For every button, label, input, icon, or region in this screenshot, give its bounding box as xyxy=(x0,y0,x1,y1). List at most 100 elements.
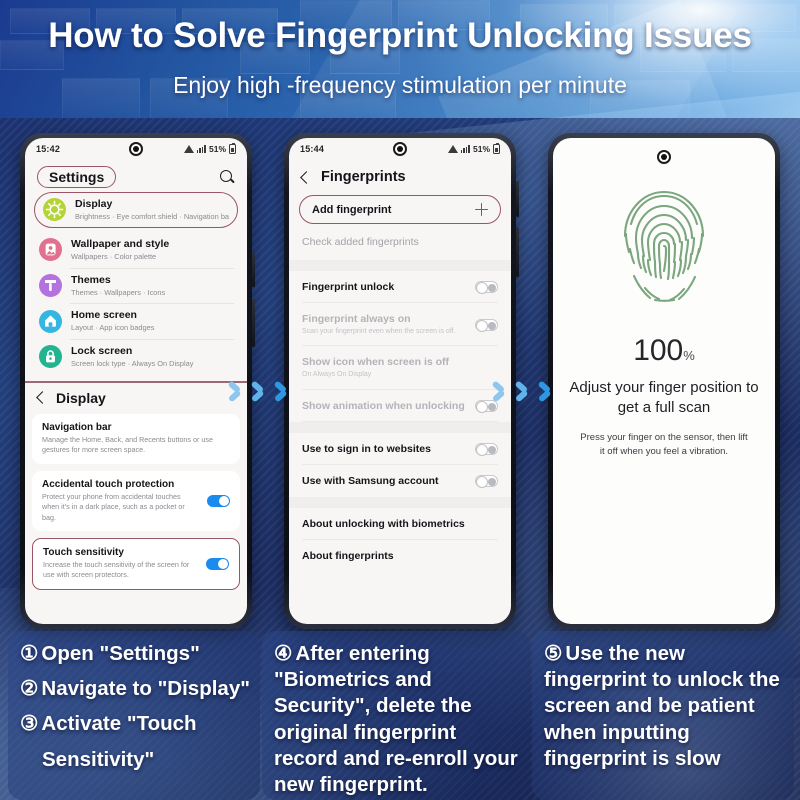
fingerprint-unlock-toggle[interactable] xyxy=(475,281,498,294)
section-gap xyxy=(289,496,511,508)
front-camera-punch-hole-icon xyxy=(393,142,407,156)
card-body: Accidental touch protection Protect your… xyxy=(42,479,199,523)
settings-item-sub: Wallpapers · Color palette xyxy=(71,251,157,261)
accidental-touch-toggle[interactable] xyxy=(207,494,230,507)
fingerprint-row-about-fingerprints[interactable]: About fingerprints xyxy=(289,540,511,572)
lock-screen-icon xyxy=(39,345,62,369)
caption-strip: ① Open "Settings" ② Navigate to "Display" … xyxy=(0,631,800,800)
settings-item-lock-screen[interactable]: Lock screen Screen lock type · Always On… xyxy=(34,339,238,375)
add-fingerprint-button[interactable]: Add fingerprint xyxy=(299,195,501,224)
signal-icon xyxy=(196,145,206,153)
caption-paragraph: ④ After entering "Biometrics and Security… xyxy=(274,641,518,798)
settings-phone: 15:42 51% Settings Display Brightness · … xyxy=(20,133,255,629)
settings-item-text: Home screen Layout · App icon badges xyxy=(71,309,233,333)
status-bar: 15:42 51% xyxy=(25,138,247,160)
fingerprint-row-websites[interactable]: Use to sign in to websites xyxy=(289,433,511,465)
wifi-icon xyxy=(183,145,194,153)
settings-item-themes[interactable]: Themes Themes · Wallpapers · Icons xyxy=(34,267,238,304)
caption-steps-1-3: ① Open "Settings" ② Navigate to "Display" … xyxy=(8,631,260,800)
row-label: Use with Samsung account xyxy=(302,474,439,487)
arrow-group-step-1-to-2 xyxy=(224,375,292,409)
home-screen-icon xyxy=(39,309,62,333)
step-text: Open "Settings" xyxy=(41,642,200,665)
fingerprint-row-samsung-account[interactable]: Use with Samsung account xyxy=(289,465,511,497)
row-label: Fingerprint unlock xyxy=(302,281,395,293)
chevron-right-icon xyxy=(511,375,533,409)
check-added-fingerprints-label[interactable]: Check added fingerprints xyxy=(289,236,511,260)
row-label: About unlocking with biometrics xyxy=(302,517,465,530)
display-icon xyxy=(43,198,66,222)
step-number: ⑤ xyxy=(544,642,563,665)
row-description: Scan your fingerprint even when the scre… xyxy=(302,328,456,335)
fingerprint-row-show-icon[interactable]: Show icon when screen is off On Always O… xyxy=(289,346,511,391)
back-chevron-icon[interactable] xyxy=(300,170,313,184)
power-button[interactable] xyxy=(252,299,255,347)
settings-item-label: Wallpaper and style xyxy=(71,237,170,250)
step-text: Activate "Touch xyxy=(41,712,197,736)
fingerprint-row-unlock[interactable]: Fingerprint unlock xyxy=(289,271,511,303)
header-banner: How to Solve Fingerprint Unlocking Issue… xyxy=(0,0,800,120)
scan-heading: Adjust your finger position to get a ful… xyxy=(569,379,759,416)
screen-split-divider xyxy=(25,380,247,383)
step-text: Sensitivity" xyxy=(42,747,155,771)
caption-step-4: ④ After entering "Biometrics and Security… xyxy=(262,631,530,800)
settings-item-label: Home screen xyxy=(71,309,137,322)
chevron-right-icon xyxy=(247,375,269,409)
volume-button[interactable] xyxy=(252,253,255,287)
caption-paragraph: ⑤ Use the new fingerprint to unlock the s… xyxy=(544,641,782,772)
row-body: Fingerprint always on Scan your fingerpr… xyxy=(302,313,465,336)
row-body: Show icon when screen is off On Always O… xyxy=(302,356,498,379)
fingerprints-phone: 15:44 51% Fingerprints Add fingerprint C… xyxy=(284,133,519,629)
fingerprint-row-show-animation[interactable]: Show animation when unlocking xyxy=(289,390,511,422)
display-card-accidental-touch[interactable]: Accidental touch protection Protect your… xyxy=(32,470,240,531)
step-number: ④ xyxy=(274,642,293,665)
search-icon[interactable] xyxy=(219,169,235,185)
caption-line: ② Navigate to "Display" xyxy=(20,676,250,702)
page-title: How to Solve Fingerprint Unlocking Issue… xyxy=(48,16,752,55)
card-description: Manage the Home, Back, and Recents butto… xyxy=(42,434,214,455)
settings-item-display[interactable]: Display Brightness · Eye comfort shield … xyxy=(34,192,238,228)
fingerprints-title: Fingerprints xyxy=(321,169,406,185)
poster-stage: How to Solve Fingerprint Unlocking Issue… xyxy=(0,0,800,800)
row-label: Use to sign in to websites xyxy=(302,442,431,455)
settings-item-home-screen[interactable]: Home screen Layout · App icon badges xyxy=(34,303,238,339)
settings-list: Display Brightness · Eye comfort shield … xyxy=(25,192,247,375)
sign-in-websites-toggle[interactable] xyxy=(475,442,498,456)
front-camera-punch-hole-icon xyxy=(657,150,671,164)
fingerprint-always-on-toggle[interactable] xyxy=(475,318,498,332)
display-card-navigation-bar[interactable]: Navigation bar Manage the Home, Back, an… xyxy=(32,413,240,464)
scan-phone: 100% Adjust your finger position to get … xyxy=(548,133,780,629)
status-bar: 15:44 51% xyxy=(289,138,511,160)
settings-item-wallpaper[interactable]: Wallpaper and style Wallpapers · Color p… xyxy=(34,232,238,268)
fingerprint-row-about-biometrics[interactable]: About unlocking with biometrics xyxy=(289,508,511,540)
row-description: On Always On Display xyxy=(302,371,372,379)
back-chevron-icon[interactable] xyxy=(36,391,49,405)
chevron-right-icon xyxy=(270,375,292,409)
display-card-touch-sensitivity[interactable]: Touch sensitivity Increase the touch sen… xyxy=(32,537,240,590)
plus-icon xyxy=(475,203,488,216)
caption-line: ③ Activate "Touch xyxy=(20,711,248,737)
card-description: Increase the touch sensitivity of the sc… xyxy=(43,559,190,580)
status-indicators: 51% xyxy=(183,142,236,154)
settings-header: Settings xyxy=(25,160,247,190)
settings-item-sub: Brightness · Eye comfort shield · Naviga… xyxy=(75,212,229,222)
scan-body-text: Press your finger on the sensor, then li… xyxy=(580,432,748,458)
arrow-group-step-2-to-3 xyxy=(488,375,556,409)
row-body: About fingerprints xyxy=(302,550,498,562)
row-body: About unlocking with biometrics xyxy=(302,518,498,530)
volume-button[interactable] xyxy=(516,181,519,217)
row-body: Fingerprint unlock xyxy=(302,281,465,293)
step-text: After entering "Biometrics and Security"… xyxy=(274,642,518,797)
power-button[interactable] xyxy=(516,227,519,277)
fingerprints-phone-screen: 15:44 51% Fingerprints Add fingerprint C… xyxy=(289,138,511,624)
row-body: Use with Samsung account xyxy=(302,475,465,487)
touch-sensitivity-toggle[interactable] xyxy=(206,557,229,570)
settings-item-text: Display Brightness · Eye comfort shield … xyxy=(75,198,229,222)
status-time: 15:44 xyxy=(300,144,325,154)
row-label: Show animation when unlocking xyxy=(302,399,465,412)
scan-percent: 100% xyxy=(569,334,759,368)
samsung-account-toggle[interactable] xyxy=(475,474,498,488)
chevron-right-icon xyxy=(224,375,246,409)
wallpaper-icon xyxy=(39,238,62,262)
fingerprint-row-always-on[interactable]: Fingerprint always on Scan your fingerpr… xyxy=(289,303,511,347)
